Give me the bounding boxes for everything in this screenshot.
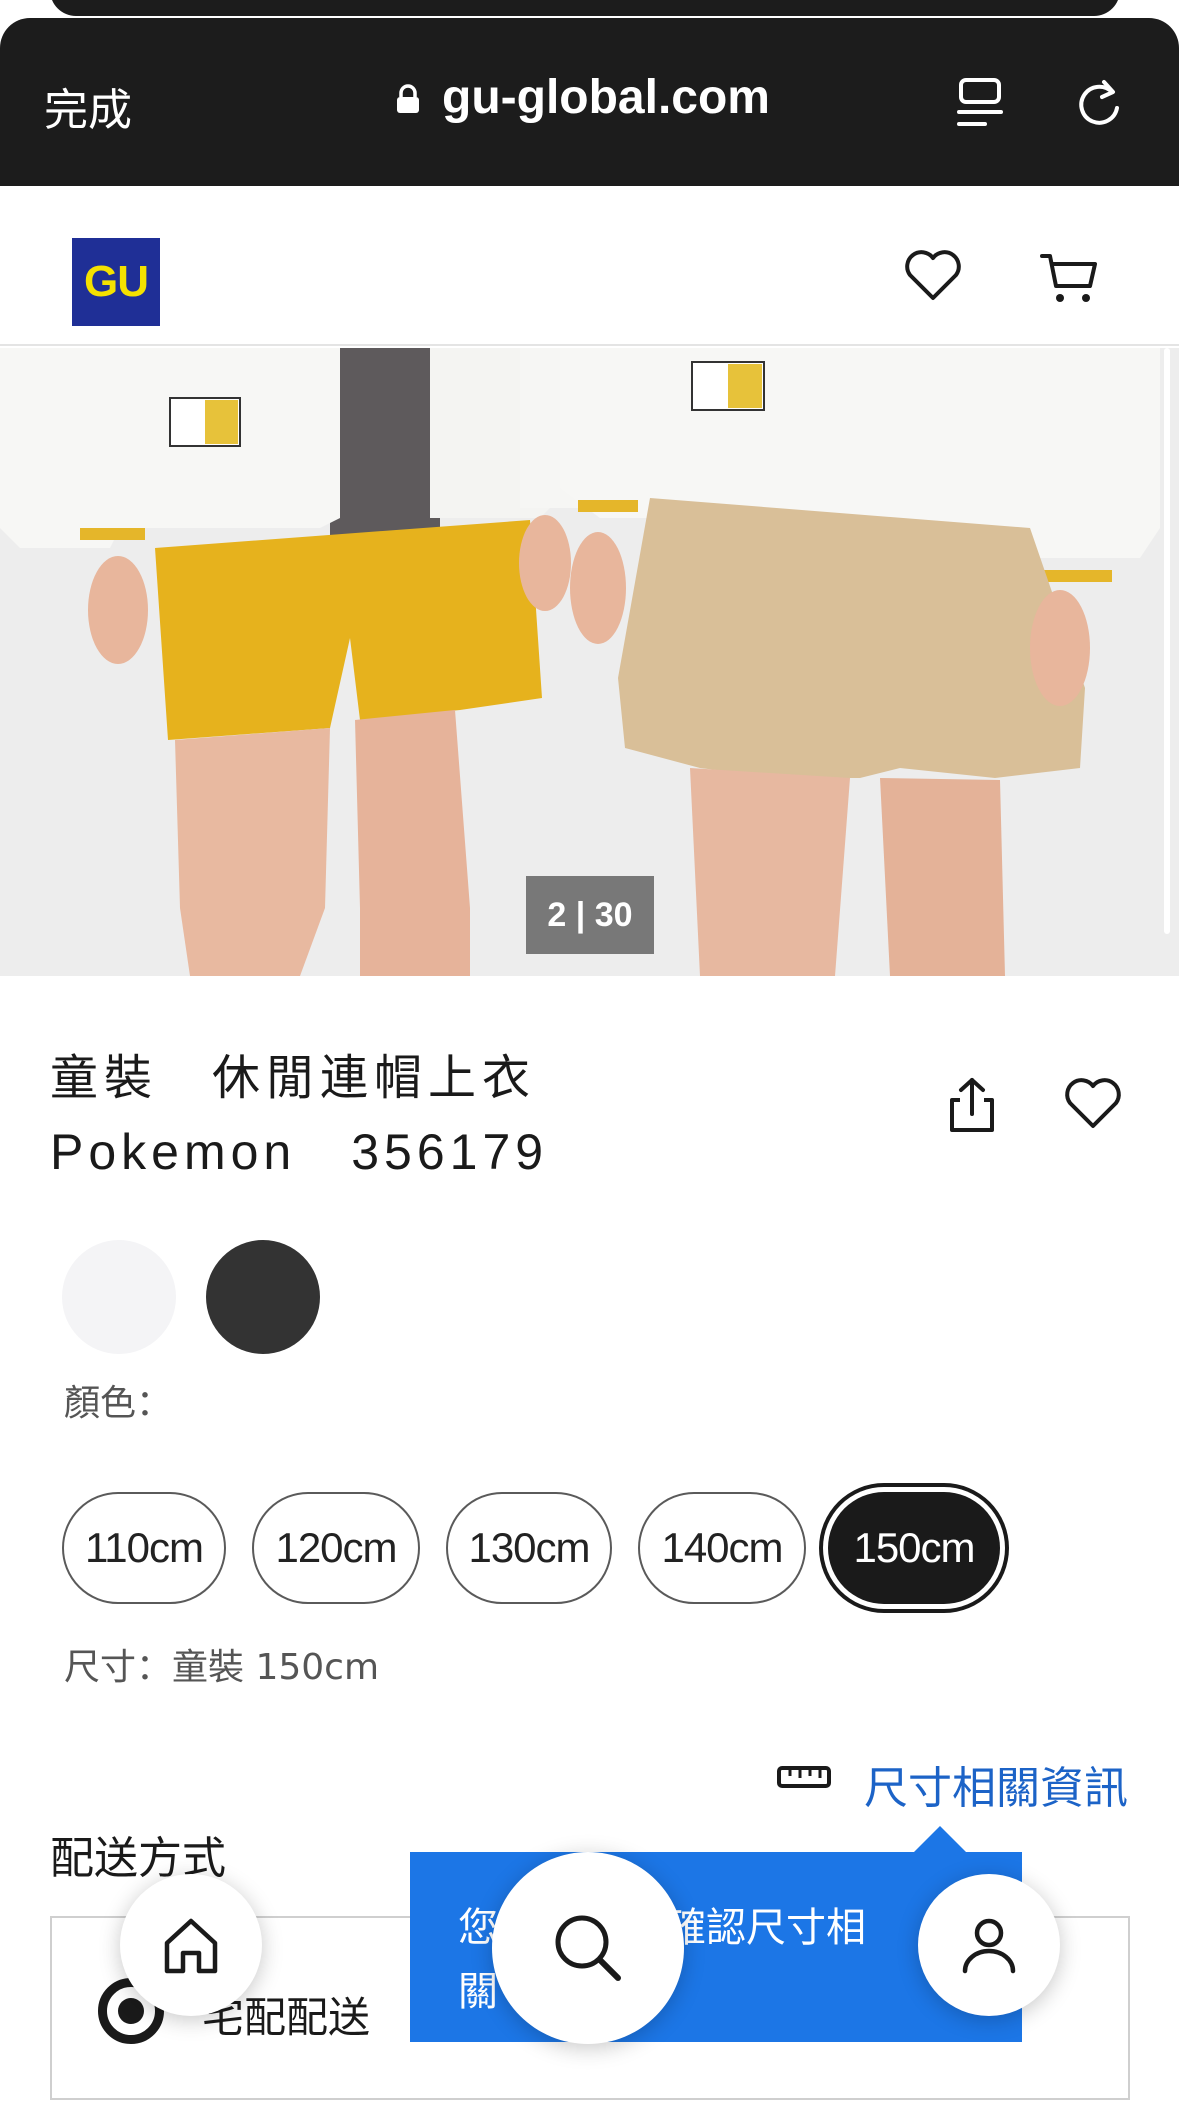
favorite-heart-icon[interactable]: [1064, 1076, 1122, 1130]
share-icon[interactable]: [944, 1076, 1000, 1134]
lock-icon: [397, 84, 419, 113]
gallery-scrollbar: [1164, 348, 1170, 934]
color-swatch-white[interactable]: [62, 1240, 176, 1354]
home-icon: [164, 1918, 218, 1974]
browser-toolbar: 完成 gu-global.com: [0, 18, 1179, 186]
size-option-140[interactable]: 140cm: [638, 1492, 806, 1604]
product-subtitle: Pokemon 356179: [50, 1124, 549, 1180]
url-bar[interactable]: gu-global.com: [442, 70, 770, 125]
tooltip-arrow: [914, 1826, 966, 1852]
product-image-gallery[interactable]: 2 | 30: [0, 348, 1179, 976]
gu-logo[interactable]: GU: [72, 238, 160, 326]
product-title: 童裝 休閒連帽上衣: [50, 1050, 537, 1106]
search-icon: [555, 1915, 621, 1981]
size-label: 尺寸：童裝 150cm: [64, 1647, 380, 1688]
reader-icon[interactable]: [955, 76, 1005, 130]
user-icon: [962, 1918, 1016, 1974]
ruler-icon[interactable]: [776, 1762, 832, 1792]
size-option-120[interactable]: 120cm: [252, 1492, 420, 1604]
size-option-130[interactable]: 130cm: [446, 1492, 612, 1604]
image-counter: 2 | 30: [526, 876, 654, 954]
reload-icon[interactable]: [1072, 76, 1126, 130]
search-button[interactable]: [492, 1852, 684, 2044]
size-option-150[interactable]: 150cm: [828, 1492, 1000, 1604]
site-header: GU: [0, 186, 1179, 346]
cart-icon[interactable]: [1040, 252, 1098, 306]
color-label: 顏色：: [64, 1383, 173, 1424]
home-button[interactable]: [120, 1874, 262, 2016]
size-info-link[interactable]: 尺寸相關資訊: [864, 1752, 1128, 1816]
color-swatch-black[interactable]: [206, 1240, 320, 1354]
done-button[interactable]: 完成: [44, 74, 132, 138]
size-option-110[interactable]: 110cm: [62, 1492, 226, 1604]
account-button[interactable]: [918, 1874, 1060, 2016]
wishlist-heart-icon[interactable]: [904, 248, 962, 302]
